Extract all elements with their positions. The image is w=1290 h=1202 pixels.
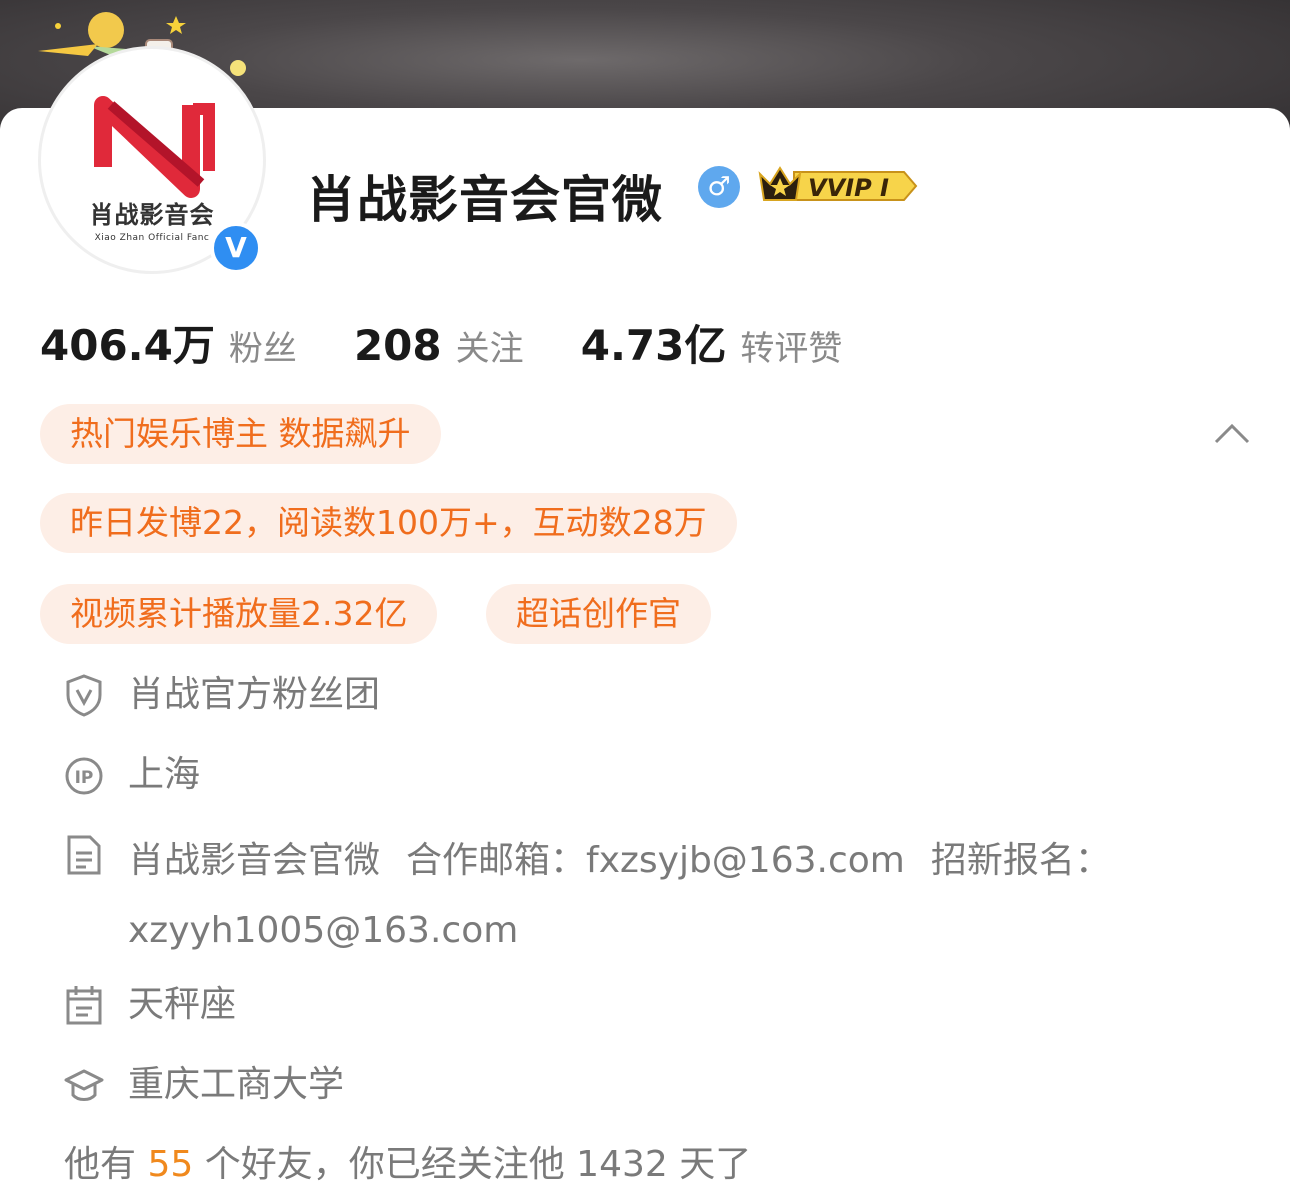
- graduation-cap-icon: [64, 1069, 104, 1101]
- shield-v-icon: [66, 674, 102, 717]
- stat-label: 粉丝: [228, 329, 297, 369]
- description-text: 肖战影音会官微 合作邮箱：fxzsyjb@163.com 招新报名：xzyyh100…: [128, 826, 1248, 966]
- description-name: 肖战影音会官微: [128, 840, 381, 881]
- friends-summary[interactable]: 他有 55 个好友，你已经关注他 1432 天了: [64, 1140, 751, 1190]
- constellation-text: 天秤座: [128, 984, 237, 1025]
- stat-likes[interactable]: 4.73亿 转评赞: [581, 312, 843, 373]
- tag-daily-stats[interactable]: 昨日发博22，阅读数100万+，互动数28万: [40, 493, 737, 553]
- ip-location-icon: IP: [65, 757, 103, 795]
- friends-suffix: 个好友，你已经关注他 1432 天了: [204, 1144, 752, 1185]
- ip-location-text: 上海: [128, 754, 201, 795]
- profile-name: 肖战影音会官微: [306, 171, 663, 229]
- calendar-icon: [66, 986, 102, 1025]
- friends-prefix: 他有: [64, 1144, 137, 1185]
- tag-supertopic-creator[interactable]: 超话创作官: [486, 584, 711, 644]
- chevron-up-icon[interactable]: [1212, 420, 1252, 446]
- vvip-label: VVIP I: [808, 174, 889, 202]
- stat-following[interactable]: 208 关注: [354, 321, 524, 370]
- stat-value: 208: [353, 321, 442, 370]
- tag-video-views[interactable]: 视频累计播放量2.32亿: [40, 584, 438, 644]
- svg-text:IP: IP: [75, 768, 94, 788]
- stat-label: 转评赞: [740, 329, 843, 369]
- male-gender-icon: ♂: [698, 166, 740, 208]
- verified-badge-icon: V: [210, 222, 262, 274]
- fan-group-text: 肖战官方粉丝团: [128, 674, 381, 715]
- friends-count: 55: [147, 1144, 194, 1185]
- stat-followers[interactable]: 406.4万 粉丝: [40, 312, 297, 373]
- stat-label: 关注: [455, 329, 524, 369]
- profile-card: [0, 108, 1290, 1202]
- school-text: 重庆工商大学: [128, 1064, 345, 1105]
- stat-value: 406.4万: [40, 321, 215, 370]
- vvip-badge-icon[interactable]: VVIP I: [754, 160, 920, 210]
- description-cooperation: 合作邮箱：fxzsyjb@163.com: [406, 840, 905, 881]
- tag-hot-blogger[interactable]: 热门娱乐博主 数据飙升: [40, 404, 441, 464]
- document-icon: [67, 835, 101, 875]
- stat-value: 4.73亿: [580, 321, 727, 370]
- stats-bar: 406.4万 粉丝 208 关注 4.73亿 转评赞: [40, 312, 894, 372]
